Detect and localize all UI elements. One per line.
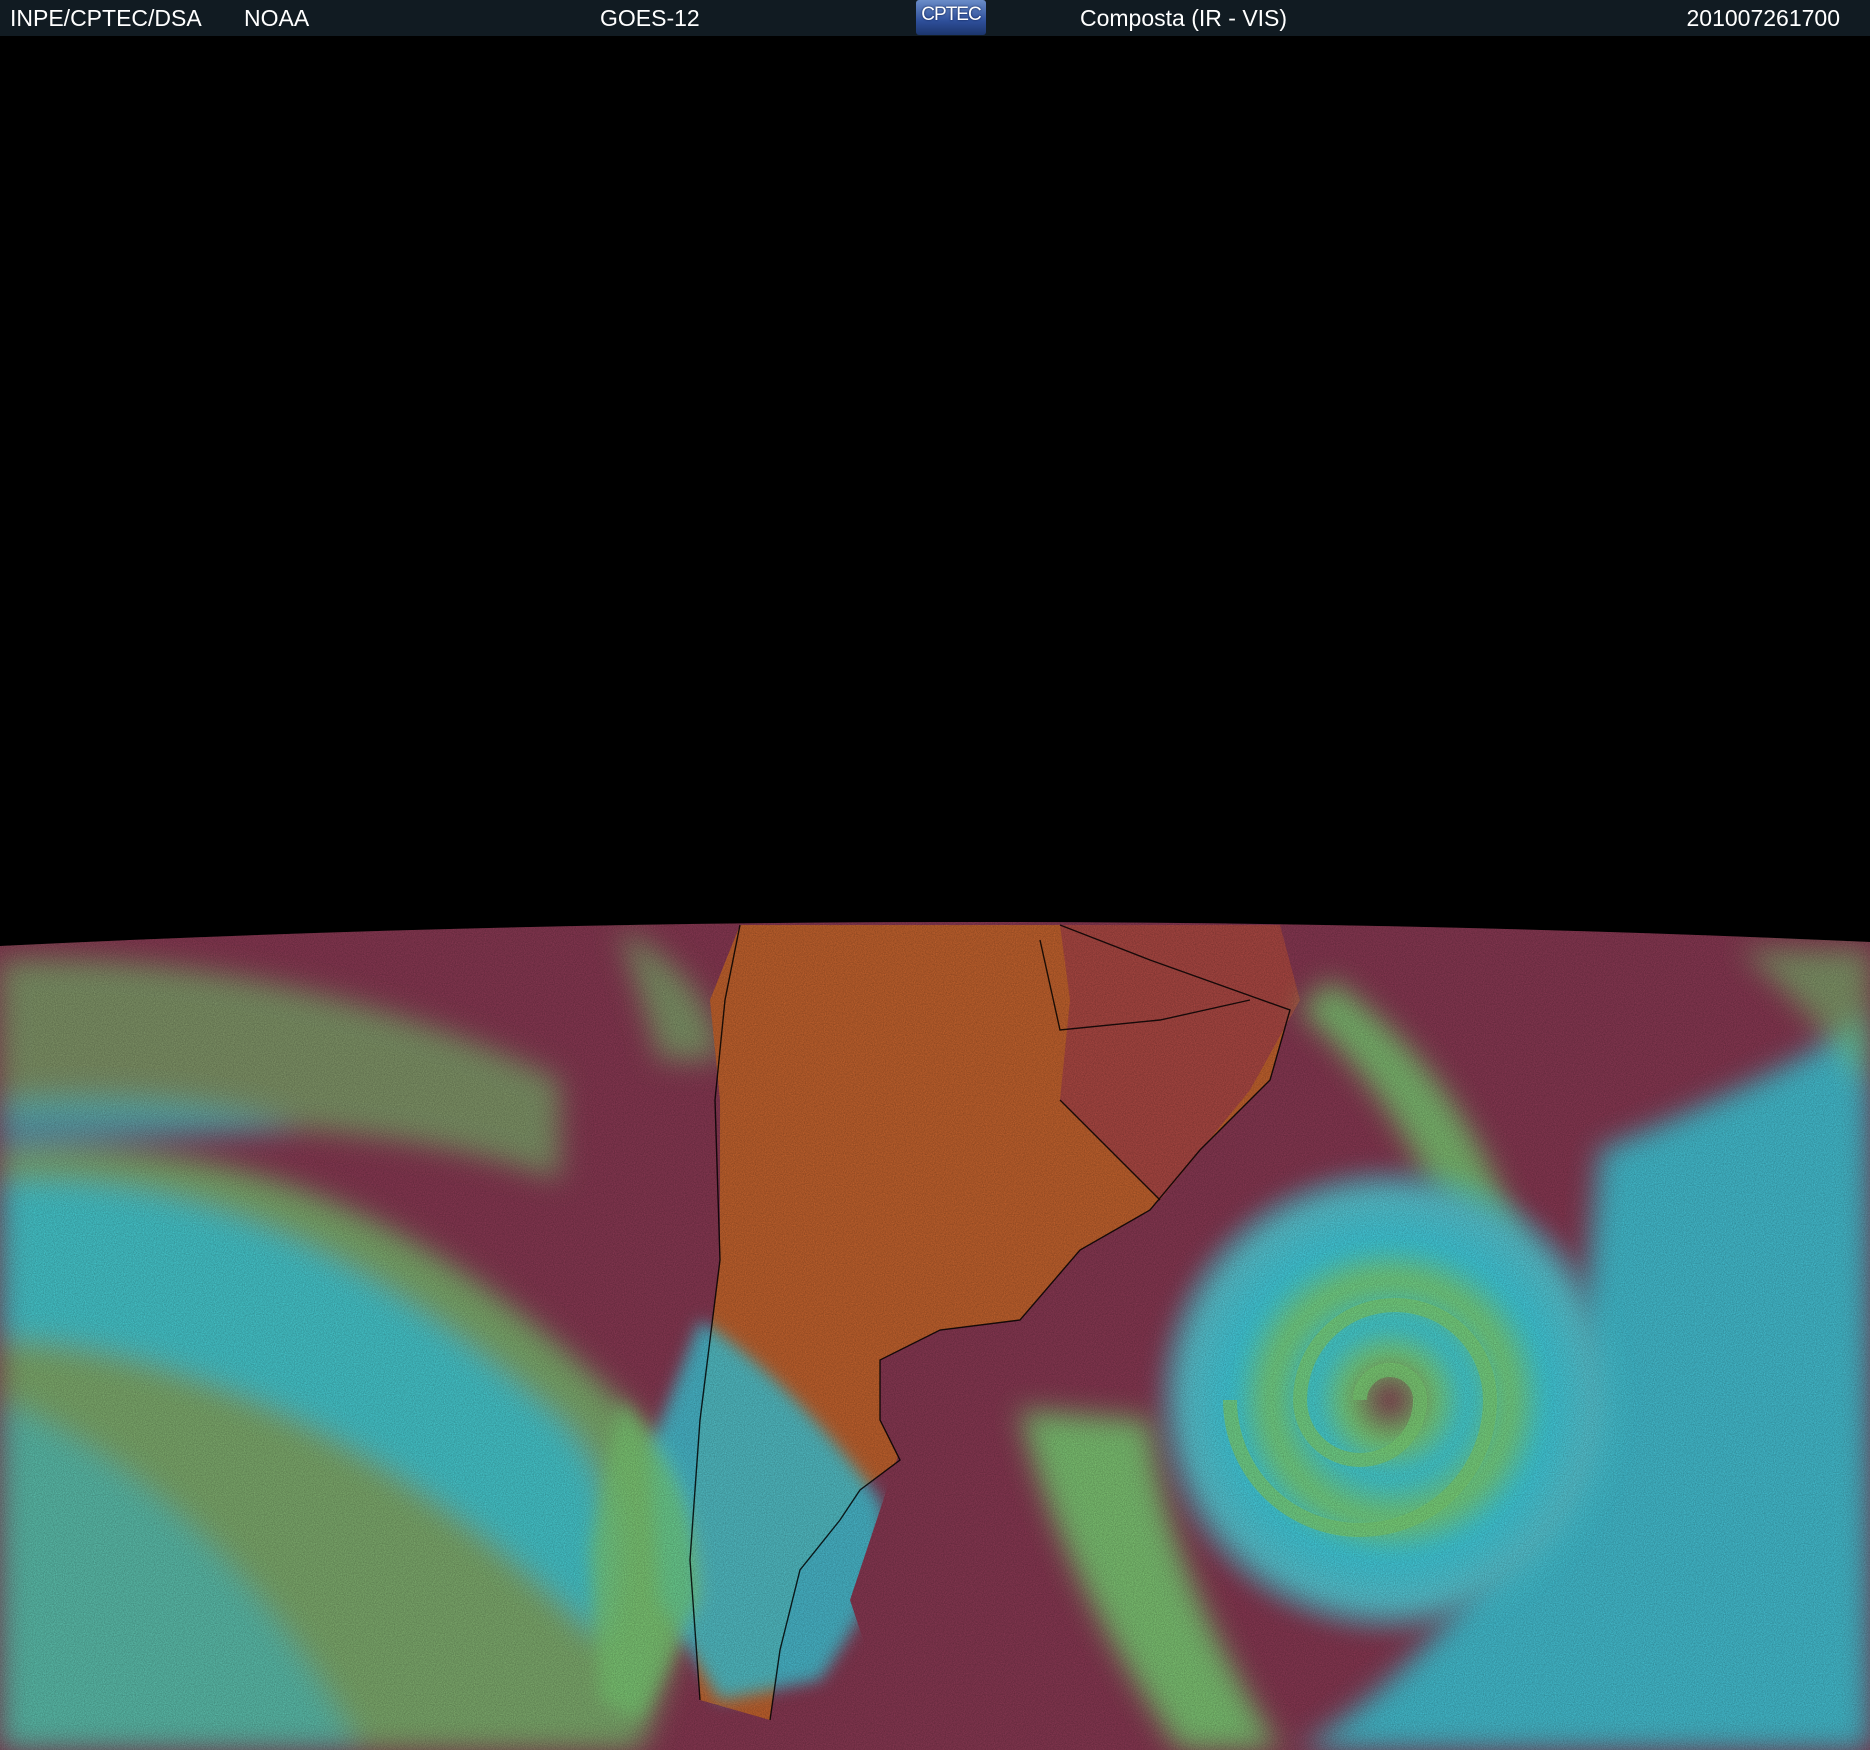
satellite-image-page: INPE/CPTEC/DSA NOAA GOES-12 CPTEC Compos… [0,0,1870,1750]
earth-disk-image [0,921,1870,1750]
